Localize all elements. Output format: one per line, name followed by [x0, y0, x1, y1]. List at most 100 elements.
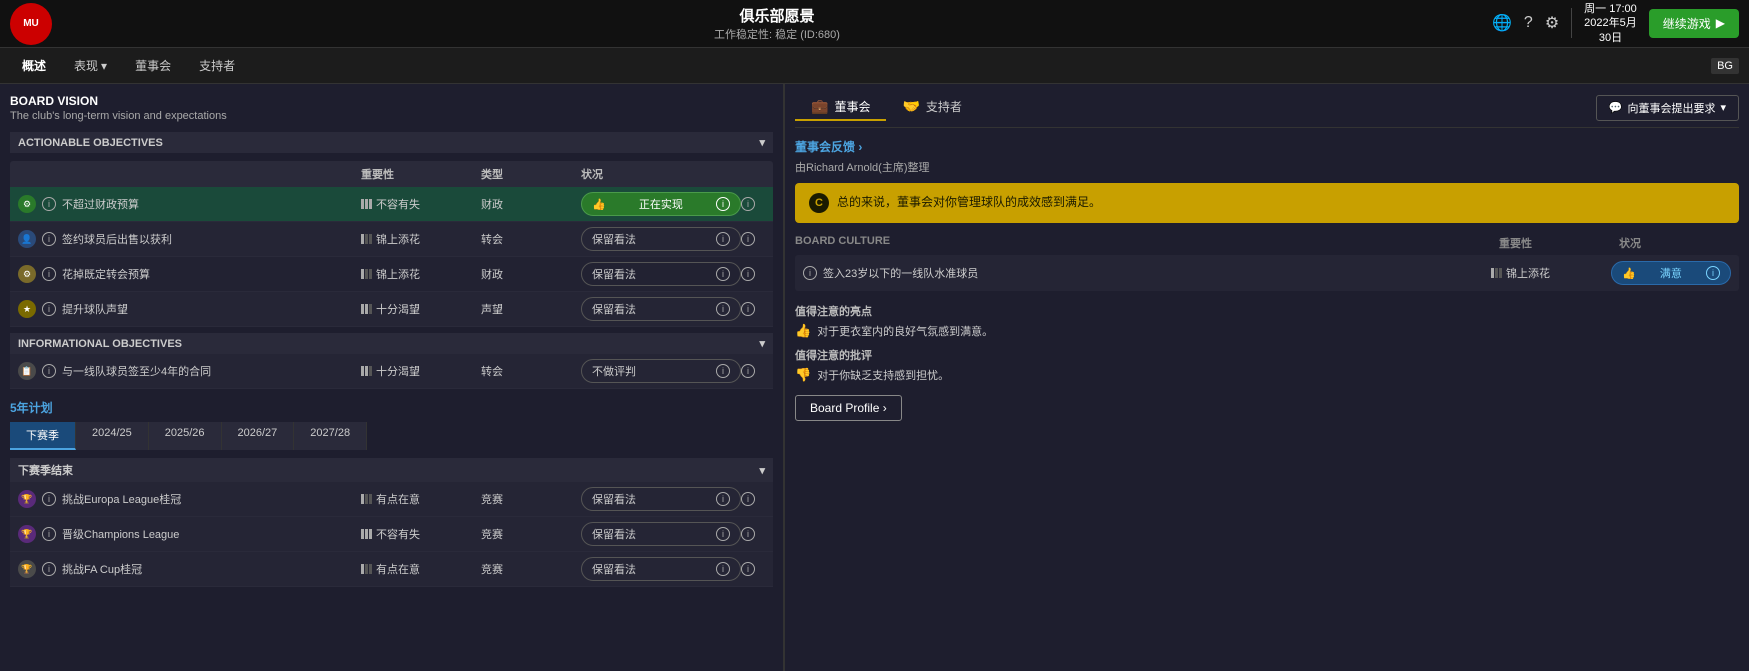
ao-row-2-info[interactable]: i: [42, 232, 56, 246]
table-row: 🏆 i 挑战FA Cup桂冠 有点在意 竞赛 保留看法 i i: [10, 552, 773, 587]
ao-row-4-type: 声望: [481, 301, 581, 317]
ao-row-2-importance: 锦上添花: [361, 231, 481, 247]
fy-row-3-status-info[interactable]: i: [716, 562, 730, 576]
nav-overview[interactable]: 概述: [10, 53, 58, 78]
divider: [1571, 8, 1572, 38]
season-tab-4[interactable]: 2027/28: [294, 422, 367, 450]
ao-row-3-text: 花掉既定转会预算: [62, 266, 150, 282]
bc-row-1-text: 签入23岁以下的一线队水准球员: [823, 265, 978, 281]
ao-row-3-more[interactable]: i: [741, 267, 755, 281]
fy-row-2-status-info[interactable]: i: [716, 527, 730, 541]
ao-row-4-status-info[interactable]: i: [716, 302, 730, 316]
ao-row-4-more[interactable]: i: [741, 302, 755, 316]
feedback-message: 总的来说，董事会对你管理球队的成效感到满足。: [837, 193, 1101, 210]
fy-row-1-text: 挑战Europa League桂冠: [62, 491, 181, 507]
fy-row-1-icon: 🏆: [18, 490, 36, 508]
top-right: 🌐 ? ⚙ 周一 17:00 2022年5月 30日 继续游戏 ▶: [1492, 2, 1739, 45]
fy-row-3-more[interactable]: i: [741, 562, 755, 576]
ao-row-1-more[interactable]: i: [741, 197, 755, 211]
fy-row-3-icon: 🏆: [18, 560, 36, 578]
io-row-1-text: 与一线队球员签至少4年的合同: [62, 363, 211, 379]
settings-icon[interactable]: ⚙: [1545, 13, 1559, 33]
tab-board[interactable]: 💼 董事会: [795, 94, 886, 121]
board-profile-button[interactable]: Board Profile ›: [795, 395, 902, 421]
bc-row-1-info[interactable]: i: [803, 266, 817, 280]
ao-row-1-status-info[interactable]: i: [716, 197, 730, 211]
corner-icon: BG: [1711, 58, 1739, 74]
season-tab-2[interactable]: 2025/26: [149, 422, 222, 450]
main-layout: BOARD VISION The club's long-term vision…: [0, 84, 1749, 671]
bc-row-1-status-info[interactable]: i: [1706, 266, 1720, 280]
nav-board[interactable]: 董事会: [123, 53, 183, 78]
season-label: 下赛季结束 ▾: [10, 458, 773, 482]
table-row: 👤 i 签约球员后出售以获利 锦上添花 转会 保留看法 i i: [10, 222, 773, 257]
io-row-1-status-info[interactable]: i: [716, 364, 730, 378]
page-title: 俱乐部愿景: [62, 5, 1492, 26]
thumb-up-icon: 👍: [795, 323, 811, 339]
board-vision-subtitle: The club's long-term vision and expectat…: [10, 110, 773, 122]
ao-col-status: 状况: [581, 166, 741, 182]
table-row: 🏆 i 晋级Champions League 不容有失 竞赛 保留看法 i i: [10, 517, 773, 552]
fy-row-2-label: 🏆 i 晋级Champions League: [18, 525, 361, 543]
fy-row-1-more[interactable]: i: [741, 492, 755, 506]
date-block: 周一 17:00 2022年5月 30日: [1584, 2, 1637, 45]
table-row: 🏆 i 挑战Europa League桂冠 有点在意 竞赛 保留看法 i i: [10, 482, 773, 517]
ao-row-3-status: 保留看法 i: [581, 262, 741, 286]
bc-row-1-importance: 锦上添花: [1491, 265, 1611, 281]
ao-row-3-status-info[interactable]: i: [716, 267, 730, 281]
board-feedback-title[interactable]: 董事会反馈 ›: [795, 138, 1739, 155]
feedback-box: C 总的来说，董事会对你管理球队的成效感到满足。: [795, 183, 1739, 223]
ao-row-4-info[interactable]: i: [42, 302, 56, 316]
ao-title: ACTIONABLE OBJECTIVES: [18, 137, 163, 149]
fy-row-2-importance: 不容有失: [361, 526, 481, 542]
ao-row-2-type: 转会: [481, 231, 581, 247]
season-label-text: 下赛季结束: [18, 462, 73, 478]
ao-row-3-type: 财政: [481, 266, 581, 282]
ao-row-2-more[interactable]: i: [741, 232, 755, 246]
nav-performance[interactable]: 表现 ▾: [62, 53, 119, 78]
continue-button[interactable]: 继续游戏 ▶: [1649, 9, 1739, 38]
bc-col-importance: 重要性: [1499, 235, 1619, 251]
board-tab-icon: 💼: [811, 98, 828, 115]
demand-icon: 💬: [1609, 101, 1623, 114]
season-tabs: 下赛季 2024/25 2025/26 2026/27 2027/28: [10, 422, 773, 450]
ao-row-2-status: 保留看法 i: [581, 227, 741, 251]
fy-row-2-info[interactable]: i: [42, 527, 56, 541]
demand-button[interactable]: 💬 向董事会提出要求 ▾: [1596, 95, 1739, 121]
supporters-tab-icon: 🤝: [902, 98, 919, 115]
negative-highlight-item: 👎 对于你缺乏支持感到担忧。: [795, 367, 1739, 383]
fy-row-3-status: 保留看法 i: [581, 557, 741, 581]
fy-row-3-info[interactable]: i: [42, 562, 56, 576]
ao-row-2-icon: 👤: [18, 230, 36, 248]
io-row-1-more[interactable]: i: [741, 364, 755, 378]
actionable-objectives-header: ACTIONABLE OBJECTIVES ▾: [10, 132, 773, 153]
season-tab-0[interactable]: 下赛季: [10, 422, 76, 450]
ao-row-1-text: 不超过财政预算: [62, 196, 139, 212]
ao-row-1-label: ⚙ i 不超过财政预算: [18, 195, 361, 213]
thumb-down-icon: 👎: [795, 367, 811, 383]
ao-row-2-status-info[interactable]: i: [716, 232, 730, 246]
ao-row-4-text: 提升球队声望: [62, 301, 128, 317]
io-chevron: ▾: [759, 337, 765, 350]
io-row-1-info[interactable]: i: [42, 364, 56, 378]
nav-supporters[interactable]: 支持者: [187, 53, 247, 78]
fy-row-2-more[interactable]: i: [741, 527, 755, 541]
feedback-c-icon: C: [809, 193, 829, 213]
help-icon[interactable]: ?: [1524, 14, 1533, 32]
ao-row-3-info[interactable]: i: [42, 267, 56, 281]
tab-supporters[interactable]: 🤝 支持者: [886, 94, 977, 121]
season-tab-1[interactable]: 2024/25: [76, 422, 149, 450]
ao-row-1-info[interactable]: i: [42, 197, 56, 211]
season-chevron: ▾: [759, 464, 765, 477]
play-icon: ▶: [1716, 16, 1725, 30]
season-tab-3[interactable]: 2026/27: [222, 422, 295, 450]
positive-highlight-item: 👍 对于更衣室内的良好气氛感到满意。: [795, 323, 1739, 339]
fy-row-1-info[interactable]: i: [42, 492, 56, 506]
negative-highlight-title: 值得注意的批评: [795, 347, 1739, 363]
fy-row-1-status-info[interactable]: i: [716, 492, 730, 506]
ao-row-1-importance: 不容有失: [361, 196, 481, 212]
globe-icon[interactable]: 🌐: [1492, 13, 1512, 33]
left-panel: BOARD VISION The club's long-term vision…: [0, 84, 785, 671]
day-display: 30日: [1584, 31, 1637, 45]
board-vision-title: BOARD VISION: [10, 94, 773, 108]
